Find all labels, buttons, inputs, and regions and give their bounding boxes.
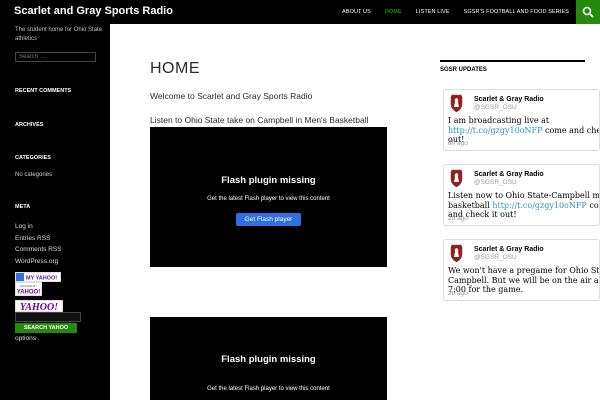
search-yahoo-button[interactable]: SEARCH YAHOO: [15, 323, 77, 333]
flash-missing-title: Flash plugin missing: [221, 354, 316, 365]
svg-text:MY YAHOO!: MY YAHOO!: [26, 276, 57, 282]
sidebar-search-input[interactable]: [15, 52, 96, 62]
meta-link-entries-rss[interactable]: Entries RSS: [15, 233, 62, 245]
search-toggle-button[interactable]: [576, 0, 600, 24]
nav-about-us[interactable]: ABOUT US: [335, 0, 378, 24]
tweet-card[interactable]: Scarlet & Gray Radio @SGSR_OSU Listen no…: [443, 164, 600, 226]
svg-text:YAHOO!: YAHOO!: [17, 290, 40, 296]
tweet-author-name[interactable]: Scarlet & Gray Radio: [474, 246, 544, 253]
nav-listen-live[interactable]: LISTEN LIVE: [409, 0, 457, 24]
flash-missing-subtitle: Get the latest Flash player to view this…: [207, 386, 330, 392]
tweet-timestamp[interactable]: 2d ago: [448, 290, 468, 297]
tweet-link[interactable]: http://t.co/gzgy10oNFP: [492, 201, 586, 210]
svg-text:HOSTED BY: HOSTED BY: [20, 284, 37, 288]
get-flash-button[interactable]: Get Flash player: [236, 213, 301, 226]
main-content: HOME Welcome to Scarlet and Gray Sports …: [110, 24, 600, 400]
meta-heading: META: [15, 204, 31, 210]
flash-embed-2: Flash plugin missing Get the latest Flas…: [150, 317, 387, 400]
primary-nav: ABOUT US HOME LISTEN LIVE SGSR'S FOOTBAL…: [335, 0, 576, 24]
avatar: [449, 94, 464, 113]
yahoo-options-link[interactable]: options: [15, 335, 36, 342]
no-categories-text: No categories: [15, 172, 53, 178]
categories-heading: CATEGORIES: [15, 155, 51, 161]
search-icon: [582, 6, 594, 18]
tweet-card[interactable]: Scarlet & Gray Radio @SGSR_OSU I am broa…: [443, 89, 600, 151]
recent-comments-heading: RECENT COMMENTS: [15, 88, 72, 94]
flash-missing-title: Flash plugin missing: [221, 175, 316, 186]
header-bar: Scarlet and Gray Sports Radio ABOUT US H…: [0, 0, 600, 24]
tweet-timestamp[interactable]: 6h ago: [448, 140, 468, 147]
tweet-text: Listen now to Ohio State-Campbell men's …: [448, 191, 600, 219]
meta-link-comments-rss[interactable]: Comments RSS: [15, 244, 62, 256]
archives-heading: ARCHIVES: [15, 122, 44, 128]
flash-embed-1: Flash plugin missing Get the latest Flas…: [150, 127, 387, 267]
avatar: [449, 244, 464, 263]
meta-link-login[interactable]: Log in: [15, 221, 62, 233]
page-title: HOME: [150, 60, 200, 77]
svg-text:YAHOO!: YAHOO!: [20, 302, 58, 312]
nav-football-food-series[interactable]: SGSR'S FOOTBALL AND FOOD SERIES: [457, 0, 576, 24]
tweet-author-handle[interactable]: @SGSR_OSU: [474, 179, 517, 186]
tweet-link[interactable]: http://t.co/gzgy10oNFP: [448, 126, 542, 135]
avatar: [449, 169, 464, 188]
sidebar: The student home for Ohio State athletic…: [0, 24, 110, 400]
site-tagline: The student home for Ohio State athletic…: [15, 27, 103, 42]
intro-text: Welcome to Scarlet and Gray Sports Radio: [150, 91, 313, 101]
tweet-text: We won't have a pregame for Ohio State- …: [448, 266, 600, 294]
nav-home[interactable]: HOME: [378, 0, 409, 24]
tweet-author-handle[interactable]: @SGSR_OSU: [474, 254, 517, 261]
tweet-author-name[interactable]: Scarlet & Gray Radio: [474, 171, 544, 178]
tweet-timestamp[interactable]: 2d ago: [448, 215, 468, 222]
twitter-widget-heading: SGSR UPDATES: [440, 60, 585, 73]
meta-link-wordpress[interactable]: WordPress.org: [15, 256, 62, 268]
flash-missing-subtitle: Get the latest Flash player to view this…: [207, 196, 330, 202]
listen-text: Listen to Ohio State take on Campbell in…: [150, 115, 369, 125]
tweet-author-handle[interactable]: @SGSR_OSU: [474, 104, 517, 111]
tweet-author-name[interactable]: Scarlet & Gray Radio: [474, 96, 544, 103]
tweet-card[interactable]: Scarlet & Gray Radio @SGSR_OSU We won't …: [443, 239, 600, 301]
site-title[interactable]: Scarlet and Gray Sports Radio: [14, 5, 173, 17]
tweet-text: I am broadcasting live at http://t.co/gz…: [448, 116, 599, 144]
yahoo-search-input[interactable]: [15, 312, 81, 322]
meta-links: Log in Entries RSS Comments RSS WordPres…: [15, 221, 62, 267]
